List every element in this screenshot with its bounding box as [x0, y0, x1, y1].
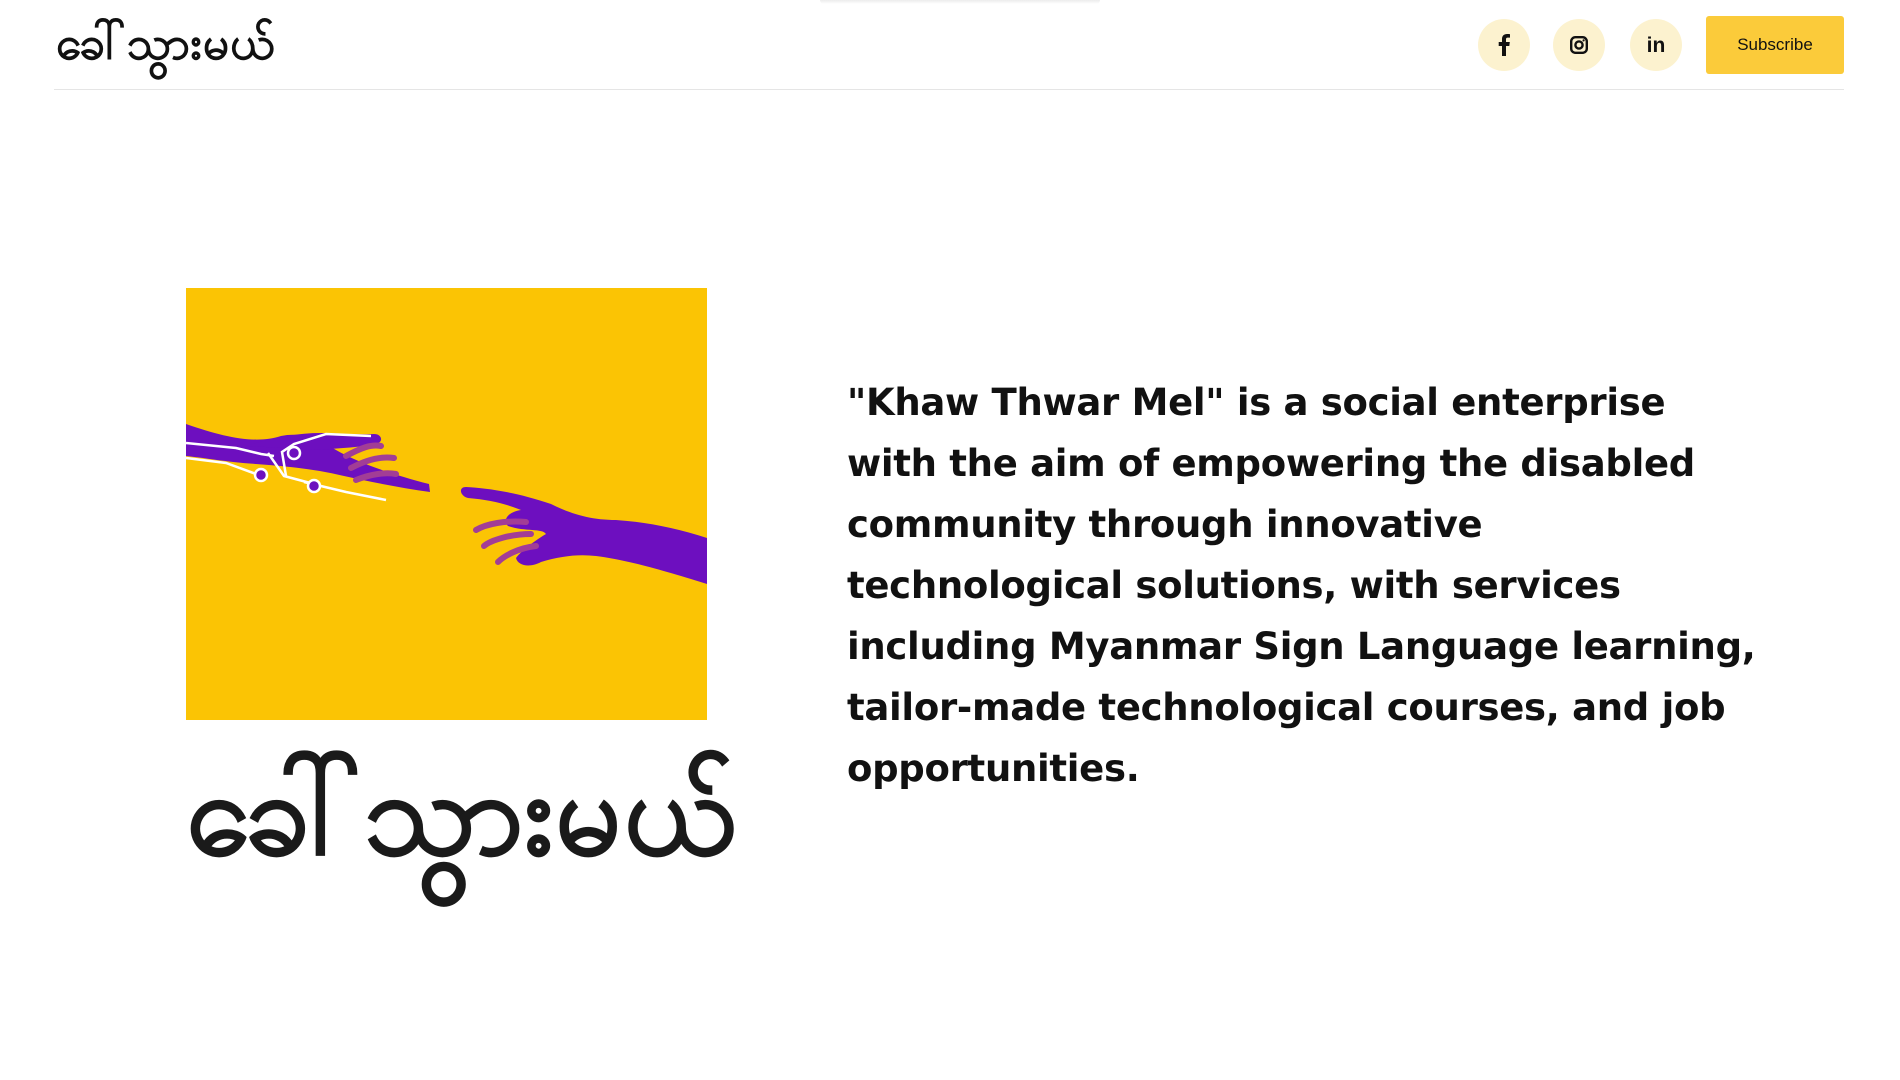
brand-logo[interactable]: ခေါ်သွားမယ်	[56, 6, 276, 80]
robot-hand-icon	[186, 424, 430, 502]
facebook-button[interactable]	[1478, 19, 1530, 71]
human-hand-icon	[460, 487, 707, 584]
linkedin-icon: in	[1646, 33, 1666, 57]
about-description: "Khaw Thwar Mel" is a social enterprise …	[847, 381, 1756, 790]
instagram-icon	[1570, 36, 1588, 54]
facebook-icon	[1498, 34, 1510, 56]
reaching-hands-illustration	[186, 424, 707, 584]
linkedin-button[interactable]: in	[1630, 19, 1682, 71]
subscribe-button[interactable]: Subscribe	[1706, 16, 1844, 74]
instagram-button[interactable]	[1553, 19, 1605, 71]
site-header: ခေါ်သွားမယ် in Subscribe	[54, 0, 1844, 90]
hero-logo-wordmark: ခေါ်သွားမယ်	[186, 747, 739, 882]
hero-illustration	[186, 288, 707, 720]
